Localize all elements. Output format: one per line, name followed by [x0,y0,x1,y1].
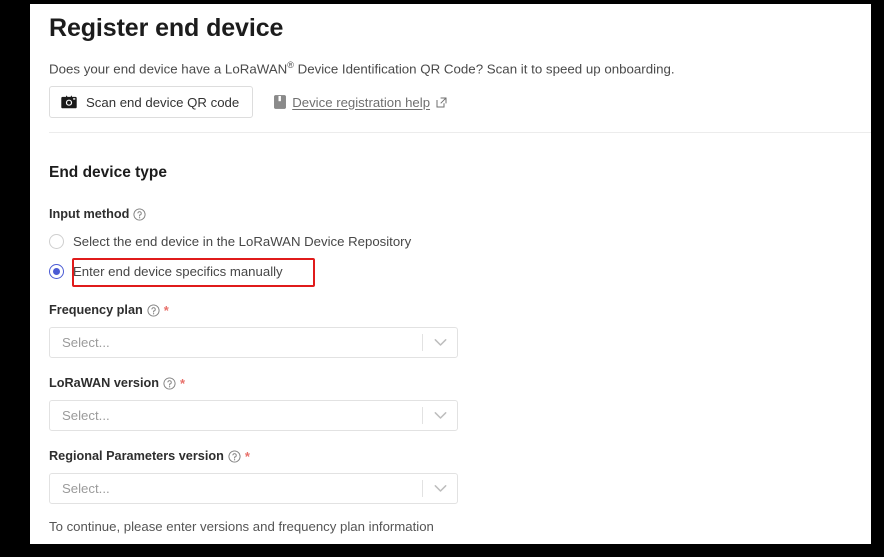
page-title: Register end device [49,14,284,42]
screenshot-frame: Register end device Does your end device… [0,0,884,557]
radio-label-enter-manually: Enter end device specifics manually [73,264,283,279]
question-circle-icon[interactable] [228,449,241,463]
regional-parameters-version-label: Regional Parameters version * [49,449,250,463]
intro-text-before: Does your end device have a LoRaWAN [49,61,288,77]
form-status-message: To continue, please enter versions and f… [49,519,434,534]
radio-indicator-enter-manually[interactable] [49,264,64,279]
scan-end-device-qr-code-button[interactable]: Scan end device QR code [49,86,254,118]
lorawan-version-select[interactable]: Select... [49,400,458,431]
regional-parameters-version-select[interactable]: Select... [49,473,458,504]
required-asterisk: * [179,375,186,391]
regional-parameters-version-label-text: Regional Parameters version [49,449,224,463]
book-icon [274,95,287,109]
question-circle-icon[interactable] [133,207,146,221]
frequency-plan-label-text: Frequency plan [49,303,143,317]
field-group-frequency-plan: Frequency plan * Select... [49,301,458,358]
lorawan-version-label-text: LoRaWAN version [49,376,159,390]
radio-option-device-repository[interactable]: Select the end device in the LoRaWAN Dev… [49,234,411,249]
lorawan-version-select-placeholder: Select... [62,408,110,423]
external-link-icon [436,97,447,108]
radio-option-enter-manually[interactable]: Enter end device specifics manually [49,264,283,279]
required-asterisk: * [163,302,169,318]
question-circle-icon[interactable] [163,376,176,390]
input-method-label: Input method [49,207,146,221]
register-end-device-page: Register end device Does your end device… [30,4,871,544]
frequency-plan-label: Frequency plan * [49,303,169,317]
device-registration-help-link[interactable]: Device registration help [274,95,447,110]
input-method-label-text: Input method [49,207,130,221]
action-row: Scan end device QR code Device registrat… [49,86,447,118]
intro-description: Does your end device have a LoRaWAN® Dev… [49,60,675,76]
help-link-label: Device registration help [292,94,431,110]
intro-text-after: Device Identification QR Code? Scan it t… [293,61,675,77]
chevron-down-icon[interactable] [423,411,457,420]
end-device-type-heading: End device type [49,164,168,181]
frequency-plan-select-placeholder: Select... [62,335,110,350]
field-group-lorawan-version: LoRaWAN version * Select... [49,374,458,431]
frequency-plan-select[interactable]: Select... [49,327,458,358]
required-asterisk: * [244,448,250,464]
lorawan-version-label: LoRaWAN version * [49,376,185,390]
scan-button-label: Scan end device QR code [86,94,240,110]
chevron-down-icon[interactable] [423,338,457,347]
registered-trademark-symbol: ® [287,60,294,70]
chevron-down-icon[interactable] [423,484,457,493]
question-circle-icon[interactable] [147,303,160,317]
camera-icon [61,95,77,109]
field-group-regional-parameters-version: Regional Parameters version * Select... [49,447,458,504]
radio-label-device-repository: Select the end device in the LoRaWAN Dev… [73,234,412,249]
regional-parameters-version-select-placeholder: Select... [62,481,110,496]
section-divider [49,132,871,133]
radio-indicator-device-repository[interactable] [49,234,64,249]
